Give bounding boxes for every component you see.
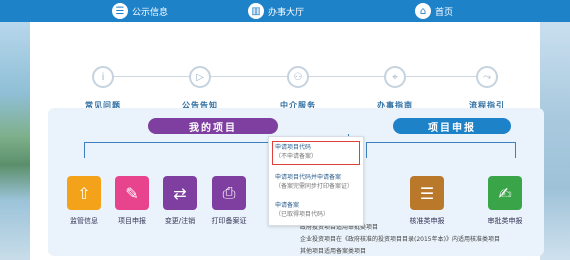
notice-icon: ☰: [112, 3, 128, 19]
person-icon: ⚇: [287, 66, 309, 88]
nav-notice-label: 公示信息: [132, 7, 169, 18]
branch-icon: ⤳: [476, 66, 498, 88]
book-icon: ▥: [248, 3, 264, 19]
right-connector: [366, 142, 516, 158]
top-nav-bar: ☰ 公示信息 ▥ 办事大厅 ⌂ 首页: [0, 0, 570, 22]
compass-icon: ⌖: [384, 66, 406, 88]
tile-declare-label: 项目申报: [118, 217, 146, 225]
popup-item-code-only[interactable]: 申请项目代码 （不申请备案）: [275, 143, 357, 161]
note-other: 其他项目适用备案类项目: [300, 248, 367, 255]
upload-icon: ⇧: [77, 183, 91, 203]
note-enterprise: 企业投资项目在《政府核准的投资项目目录(2015年本)》内适用核准类项目: [300, 236, 500, 243]
tile-print[interactable]: ⎙: [212, 176, 246, 210]
step-flow[interactable]: ⤳ 流程指引: [452, 66, 522, 111]
list-icon: ☰: [419, 183, 435, 203]
tile-approval[interactable]: ☰: [410, 176, 444, 210]
popup-item-filing[interactable]: 申请备案 （已取得项目代码）: [275, 201, 357, 219]
left-connector: [84, 142, 284, 158]
nav-home[interactable]: ⌂ 首页: [415, 0, 453, 22]
background-photo-right: [540, 22, 570, 260]
apply-popup-menu: 申请项目代码 （不申请备案） 申请项目代码并申请备案 （备案完需同步打印备案证）…: [268, 136, 364, 226]
popup-item-filing-sub: （已取得项目代码）: [275, 211, 330, 218]
nav-home-label: 首页: [435, 7, 454, 18]
tile-declare[interactable]: ✎: [115, 176, 149, 210]
tab-project-apply-label: 项目申报: [428, 122, 476, 134]
step-guide[interactable]: ⌖ 办事指南: [360, 66, 430, 111]
tile-change-label: 变更/注销: [164, 217, 196, 225]
nav-hall-label: 办事大厅: [268, 7, 305, 18]
popup-item-filing-title: 申请备案: [275, 202, 300, 209]
edit-icon: ✍: [498, 183, 512, 203]
info-icon: i: [92, 66, 114, 88]
popup-item-code-only-title: 申请项目代码: [275, 144, 312, 151]
step-faq[interactable]: i 常见问题: [68, 66, 138, 111]
background-photo-left: [0, 22, 30, 260]
tab-my-projects[interactable]: 我的项目: [148, 118, 278, 134]
popup-item-code-and-filing[interactable]: 申请项目代码并申请备案 （备案完需同步打印备案证）: [275, 173, 357, 191]
step-agency[interactable]: ⚇ 中介服务: [263, 66, 333, 111]
tile-examine-label: 审批类申报: [487, 217, 523, 225]
step-notice[interactable]: ▷ 公告告知: [165, 66, 235, 111]
tile-supervision[interactable]: ⇧: [67, 176, 101, 210]
main-content: i 常见问题 ▷ 公告告知 ⚇ 中介服务 ⌖ 办事指南 ⤳ 流程指引 我的项目 …: [30, 22, 544, 260]
tile-print-label: 打印备案证: [211, 217, 247, 225]
tile-examine[interactable]: ✍: [488, 176, 522, 210]
play-icon: ▷: [189, 66, 211, 88]
nav-hall[interactable]: ▥ 办事大厅: [248, 0, 304, 22]
popup-item-code-and-filing-sub: （备案完需同步打印备案证）: [275, 183, 354, 190]
tab-my-projects-label: 我的项目: [181, 118, 245, 134]
tile-supervision-label: 监管信息: [70, 217, 98, 225]
nav-notice[interactable]: ☰ 公示信息: [112, 0, 168, 22]
tab-project-apply[interactable]: 项目申报: [393, 118, 511, 134]
swap-icon: ⇄: [173, 183, 187, 203]
tile-change[interactable]: ⇄: [163, 176, 197, 210]
home-icon: ⌂: [415, 3, 431, 19]
document-icon: ✎: [125, 183, 139, 203]
popup-item-code-and-filing-title: 申请项目代码并申请备案: [275, 174, 342, 181]
popup-item-code-only-sub: （不申请备案）: [275, 153, 318, 160]
printer-icon: ⎙: [222, 183, 236, 202]
tile-approval-label: 核准类申报: [409, 217, 445, 225]
